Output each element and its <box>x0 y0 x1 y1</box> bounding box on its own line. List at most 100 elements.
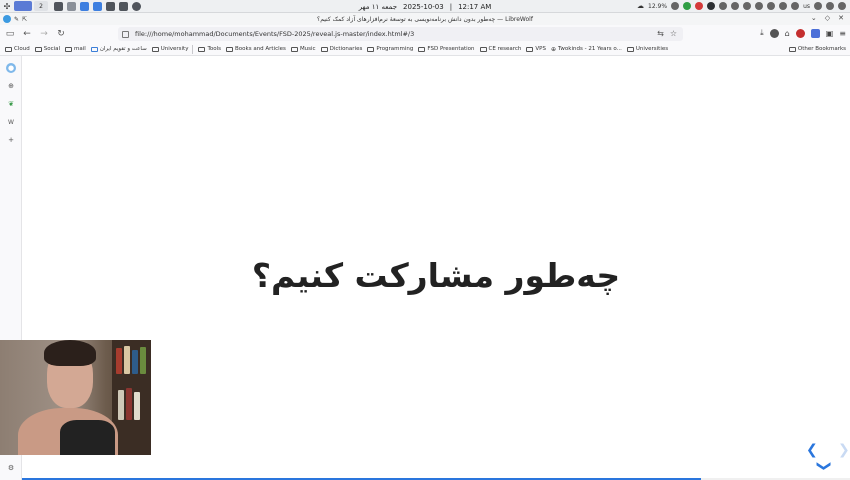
bookmark-item[interactable]: University <box>151 46 189 52</box>
bookmark-item[interactable]: Dictionaries <box>320 46 362 52</box>
speaker-icon[interactable] <box>814 2 822 10</box>
cloud-icon[interactable]: ☁ <box>637 2 644 10</box>
sidebar-add-icon[interactable]: + <box>6 135 16 145</box>
page-info-icon[interactable] <box>122 30 129 38</box>
previous-slide-icon[interactable]: ❮ <box>806 442 818 458</box>
bookmark-item[interactable]: Universities <box>626 46 669 52</box>
sidebar-toggle-icon[interactable]: ▭ <box>3 27 17 41</box>
next-slide-icon[interactable]: ❯ <box>838 442 850 458</box>
network-status-icon[interactable] <box>683 2 692 10</box>
browser-icon[interactable] <box>80 1 89 11</box>
other-bookmarks[interactable]: Other Bookmarks <box>788 46 846 52</box>
bookmark-label: Twokinds - 21 Years o... <box>557 46 622 52</box>
bookmark-label: ساعت و تقویم ایران <box>99 46 147 52</box>
workspace-2[interactable]: 2 <box>34 1 48 11</box>
extensions-puzzle-icon[interactable]: ⌂ <box>785 29 790 38</box>
recording-icon[interactable] <box>695 2 704 10</box>
device-icon[interactable] <box>791 2 800 10</box>
system-panel: ✣ 2 جمعه ۱۱ مهر 2025-10-03 | 12:17 AM ☁ … <box>0 0 850 13</box>
chart-icon[interactable] <box>119 1 128 11</box>
back-icon[interactable]: ← <box>20 27 34 41</box>
bookmark-item[interactable]: VPS <box>526 46 546 52</box>
bookmark-item[interactable]: CE research <box>479 46 521 52</box>
folder-icon <box>418 46 426 52</box>
url-actions: ⇆ ☆ <box>657 29 677 38</box>
messenger-icon[interactable] <box>719 2 728 10</box>
bookmark-star-icon[interactable]: ☆ <box>670 29 677 38</box>
workspace-1[interactable] <box>14 1 32 11</box>
minimize-icon[interactable]: ⌄ <box>811 14 817 22</box>
battery-label: 12.9% <box>648 2 668 10</box>
url-bar[interactable]: file:///home/mohammad/Documents/Events/F… <box>118 27 683 41</box>
vpn-icon[interactable] <box>767 2 776 10</box>
down-slide-icon[interactable]: ❯ <box>816 460 832 472</box>
bluetooth-icon[interactable] <box>755 2 764 10</box>
notifications-icon[interactable] <box>671 2 680 10</box>
folder-icon <box>526 46 534 52</box>
bookmark-item[interactable]: Cloud <box>5 46 30 52</box>
terminal-icon[interactable] <box>54 1 63 11</box>
obs-icon[interactable] <box>132 1 141 11</box>
navigation-toolbar: ▭ ← → ↻ file:///home/mohammad/Documents/… <box>0 25 850 43</box>
sidebar-globe-icon[interactable]: ⊕ <box>6 81 16 91</box>
writer-icon[interactable] <box>93 1 102 11</box>
folder-icon <box>626 46 634 52</box>
close-window-icon[interactable]: ✕ <box>838 14 844 22</box>
webcam-overlay <box>0 340 151 455</box>
bookmark-label: Tools <box>207 46 222 52</box>
bookmark-label: University <box>160 46 189 52</box>
bookmark-item[interactable]: Social <box>34 46 61 52</box>
update-icon[interactable] <box>779 2 788 10</box>
bookmark-item[interactable]: ⊕ Twokinds - 21 Years o... <box>551 46 622 53</box>
reload-icon[interactable]: ↻ <box>54 27 68 41</box>
sidebar-wikipedia-icon[interactable]: W <box>6 117 16 127</box>
telegram-icon[interactable] <box>707 2 716 10</box>
bookmark-item[interactable]: ساعت و تقویم ایران <box>90 46 147 52</box>
sidebar-app-icon[interactable]: ● <box>6 63 16 73</box>
bookmark-label: Social <box>43 46 61 52</box>
power-icon[interactable] <box>838 2 846 10</box>
bookmark-item[interactable]: Tools <box>198 46 221 52</box>
book <box>132 350 138 374</box>
sidebar-settings-icon[interactable]: ⚙ <box>6 463 16 473</box>
translate-icon[interactable]: ⇆ <box>657 29 664 38</box>
bookmarks-bar: Cloud Social mail ساعت و تقویم ایران Uni… <box>0 43 850 56</box>
bookmark-item[interactable]: Music <box>290 46 316 52</box>
menu-icon[interactable]: ≡ <box>839 29 846 38</box>
bookmark-item[interactable]: mail <box>65 46 86 52</box>
bookmark-label: Music <box>299 46 316 52</box>
folder-icon <box>34 46 42 52</box>
bookmark-separator <box>192 44 194 54</box>
bookmark-label: FSD Presentation <box>427 46 475 52</box>
forward-icon[interactable]: → <box>37 27 51 41</box>
folder-icon <box>65 46 73 52</box>
window-title: چه‌طور بدون دانش برنامه‌نویسی به توسعهٔ … <box>317 15 533 23</box>
bookmark-label: Books and Articles <box>235 46 286 52</box>
sidebar-leaf-icon[interactable]: ❦ <box>6 99 16 109</box>
window-controls: ⌄ ◇ ✕ <box>811 14 844 22</box>
files-icon[interactable] <box>67 1 76 11</box>
ublock-icon[interactable] <box>795 28 805 38</box>
bookmark-label: VPS <box>535 46 546 52</box>
app-launcher-icon[interactable]: ✣ <box>2 1 12 11</box>
clock-time: 12:17 AM <box>458 2 492 11</box>
extension-icon-1[interactable] <box>769 28 779 38</box>
code-icon[interactable] <box>106 1 115 11</box>
clock-date: 2025-10-03 <box>403 2 444 11</box>
keyboard-layout[interactable]: us <box>803 3 810 10</box>
downloads-icon[interactable]: ⤓ <box>760 28 764 38</box>
clipboard-icon[interactable] <box>731 2 740 10</box>
volume-icon[interactable] <box>743 2 752 10</box>
slide-navigation-controls: ❮ ❯ ❯ <box>802 440 850 480</box>
wifi-icon[interactable] <box>826 2 834 10</box>
bookmark-item[interactable]: Books and Articles <box>226 46 286 52</box>
bookmark-item[interactable]: FSD Presentation <box>418 46 475 52</box>
bookmark-item[interactable]: Programming <box>367 46 413 52</box>
bookmark-label: Universities <box>635 46 669 52</box>
extension-icon-2[interactable] <box>810 28 820 38</box>
maximize-icon[interactable]: ◇ <box>825 14 830 22</box>
other-bookmarks-label: Other Bookmarks <box>797 46 846 52</box>
folder-icon <box>290 46 298 52</box>
webcam-person-hair <box>44 340 96 366</box>
reader-icon[interactable]: ▣ <box>826 29 834 38</box>
